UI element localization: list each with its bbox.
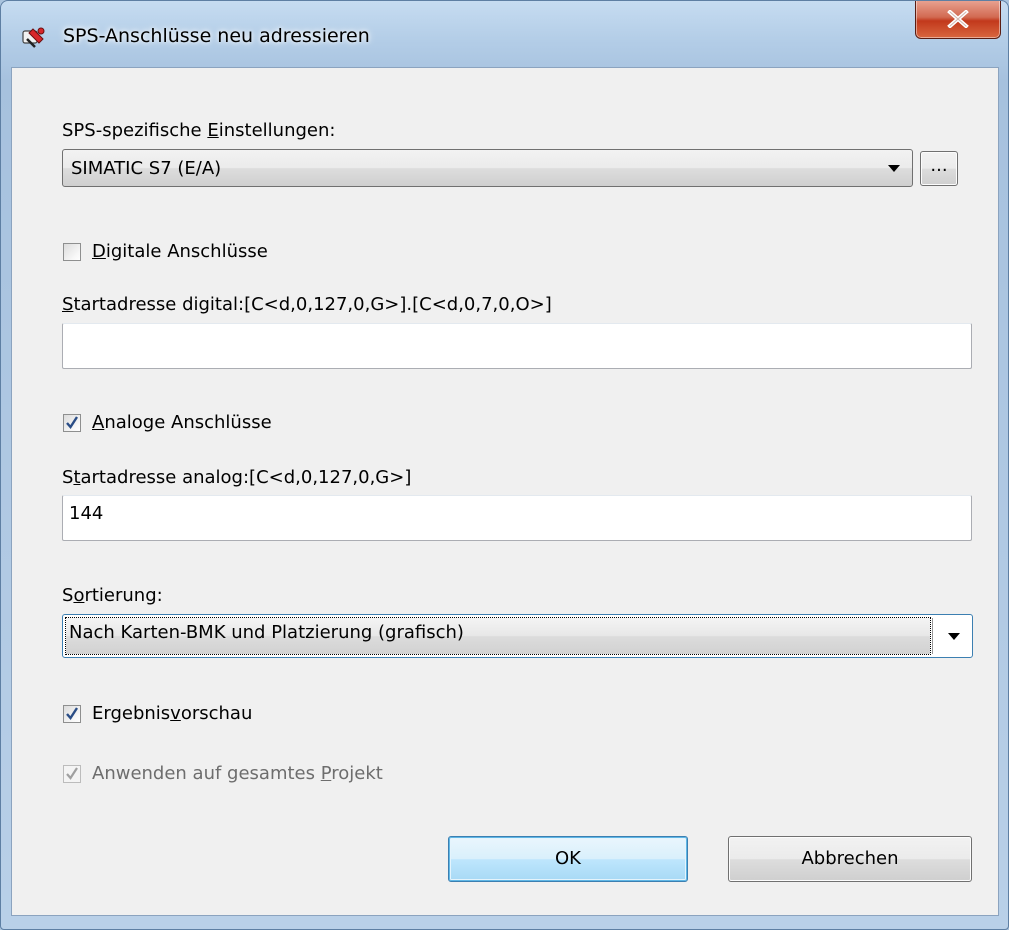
sorting-label: Sortierung: [62,585,163,606]
window-title: SPS-Anschlüsse neu adressieren [63,25,370,47]
analog-start-address-label: Startadresse analog:[C<d,0,127,0,G>] [62,467,412,488]
close-icon [947,10,969,28]
chevron-down-icon [948,633,960,640]
plc-settings-dropdown[interactable]: SIMATIC S7 (E/A) [62,149,913,187]
chevron-down-icon [888,165,900,172]
digital-connections-label: Digitale Anschlüsse [92,241,268,262]
dropdown-separator [932,618,933,654]
checkmark-icon [66,707,78,720]
result-preview-label: Ergebnisvorschau [92,703,253,724]
apply-project-label: Anwenden auf gesamtes Projekt [92,763,383,784]
plc-settings-value: SIMATIC S7 (E/A) [71,158,222,179]
checkmark-icon [66,416,78,429]
checkmark-icon [66,767,78,780]
sorting-dropdown[interactable]: Nach Karten-BMK und Platzierung (grafisc… [62,614,973,658]
analog-start-address-input[interactable]: 144 [62,495,972,541]
close-button[interactable] [915,1,1001,39]
analog-connections-label: Analoge Anschlüsse [92,412,272,433]
plc-connect-icon [21,25,47,49]
dialog-content: SPS-spezifische Einstellungen: SIMATIC S… [11,67,999,916]
digital-start-address-label: Startadresse digital:[C<d,0,127,0,G>].[C… [62,294,552,315]
ok-button[interactable]: OK [448,836,688,882]
analog-connections-checkbox[interactable] [63,414,81,432]
cancel-button[interactable]: Abbrechen [728,836,972,882]
sorting-value: Nach Karten-BMK und Platzierung (grafisc… [69,622,464,643]
browse-settings-button[interactable]: ... [920,151,958,186]
plc-settings-label: SPS-spezifische Einstellungen: [62,120,336,141]
dialog-window: SPS-Anschlüsse neu adressieren SPS-spezi… [0,0,1009,930]
result-preview-checkbox[interactable] [63,705,81,723]
apply-project-checkbox [63,765,81,783]
digital-start-address-input[interactable] [62,323,972,369]
digital-connections-checkbox[interactable] [63,243,81,261]
title-bar[interactable]: SPS-Anschlüsse neu adressieren [1,1,1008,67]
